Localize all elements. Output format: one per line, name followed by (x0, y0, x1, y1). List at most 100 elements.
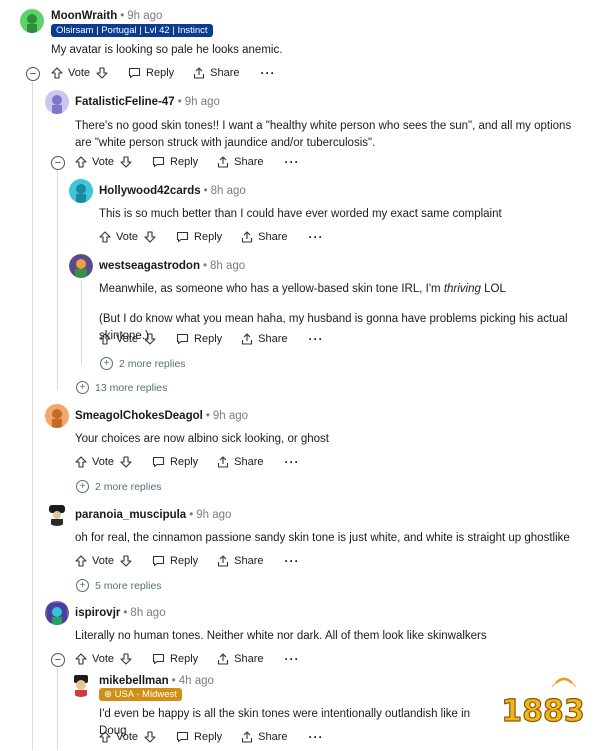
upvote-icon[interactable] (51, 67, 63, 79)
comment-text: This is so much better than I could have… (99, 208, 502, 220)
vote-label: Vote (92, 555, 115, 567)
share-button[interactable]: Share (241, 731, 288, 743)
watermark-logo: 1883 (494, 675, 592, 738)
comment-icon (128, 67, 141, 79)
share-button[interactable]: Share (217, 456, 264, 468)
username[interactable]: mikebellman (99, 675, 169, 687)
downvote-icon[interactable] (96, 67, 108, 79)
more-replies-link[interactable]: +13 more replies (76, 381, 167, 394)
more-replies-link[interactable]: +5 more replies (76, 579, 162, 592)
reply-button[interactable]: Reply (128, 67, 174, 79)
downvote-icon[interactable] (144, 731, 156, 743)
thread-line-ispirovjr (57, 668, 58, 750)
action-bar: Vote Reply Share ··· (51, 64, 276, 82)
reply-button[interactable]: Reply (152, 555, 198, 567)
vote-group: Vote (99, 231, 156, 243)
avatar[interactable] (45, 90, 69, 114)
downvote-icon[interactable] (144, 333, 156, 345)
vote-label: Vote (92, 456, 115, 468)
reply-button[interactable]: Reply (176, 231, 222, 243)
thread-line-westsea (81, 280, 82, 365)
more-options-button[interactable]: ··· (285, 155, 300, 169)
comment-meta: SmeagolChokesDeagol • 9h ago (75, 410, 249, 422)
vote-group: Vote (99, 731, 156, 743)
reply-button[interactable]: Reply (176, 333, 222, 345)
comment-meta: MoonWraith • 9h ago (51, 10, 163, 22)
timestamp: 8h ago (210, 260, 246, 272)
reply-button[interactable]: Reply (176, 731, 222, 743)
more-options-button[interactable]: ··· (285, 455, 300, 469)
avatar[interactable] (69, 673, 93, 697)
watermark-text: 1883 (501, 694, 585, 729)
more-options-button[interactable]: ··· (309, 230, 324, 244)
comment-meta: mikebellman • 4h ago (99, 675, 214, 687)
username[interactable]: MoonWraith (51, 10, 117, 22)
more-options-button[interactable]: ··· (309, 332, 324, 346)
avatar[interactable] (45, 601, 69, 625)
upvote-icon[interactable] (75, 456, 87, 468)
thread-line-feline (57, 170, 58, 390)
share-button[interactable]: Share (217, 555, 264, 567)
reply-button[interactable]: Reply (152, 456, 198, 468)
timestamp: 9h ago (184, 96, 220, 108)
share-button[interactable]: Share (241, 333, 288, 345)
timestamp: 9h ago (212, 410, 249, 422)
share-icon (217, 653, 229, 665)
timestamp: 8h ago (130, 607, 166, 619)
username[interactable]: FatalisticFeline-47 (75, 96, 175, 108)
more-options-button[interactable]: ··· (285, 554, 300, 568)
downvote-icon[interactable] (120, 156, 132, 168)
upvote-icon[interactable] (99, 333, 111, 345)
upvote-icon[interactable] (75, 555, 87, 567)
collapse-button[interactable]: − (51, 653, 65, 667)
share-button[interactable]: Share (217, 156, 264, 168)
avatar[interactable] (45, 502, 69, 526)
username[interactable]: ispirovjr (75, 607, 120, 619)
timestamp: 9h ago (127, 10, 163, 22)
share-icon (217, 456, 229, 468)
reply-button[interactable]: Reply (152, 653, 198, 665)
comment-text: Meanwhile, as someone who has a yellow-b… (99, 283, 506, 295)
more-options-button[interactable]: ··· (285, 652, 300, 666)
avatar[interactable] (20, 9, 44, 33)
username[interactable]: SmeagolChokesDeagol (75, 410, 203, 422)
upvote-icon[interactable] (99, 731, 111, 743)
collapse-button[interactable]: − (26, 67, 40, 81)
vote-label: Vote (116, 333, 139, 345)
avatar[interactable] (69, 179, 93, 203)
location-icon: ⊕ (104, 689, 115, 700)
downvote-icon[interactable] (120, 456, 132, 468)
user-flair: ⊕ USA - Midwest (99, 688, 182, 701)
user-flair: Olsirsam | Portugal | Lvl 42 | Instinct (51, 24, 213, 37)
upvote-icon[interactable] (75, 156, 87, 168)
collapse-button[interactable]: − (51, 156, 65, 170)
more-options-button[interactable]: ··· (261, 66, 276, 80)
more-replies-link[interactable]: +2 more replies (76, 480, 162, 493)
upvote-icon[interactable] (99, 231, 111, 243)
thread-line-root (32, 82, 33, 750)
upvote-icon[interactable] (75, 653, 87, 665)
more-options-button[interactable]: ··· (309, 730, 324, 744)
comment-text: There's no good skin tones!! I want a "h… (75, 120, 572, 149)
action-bar: Vote Reply Share ··· (99, 228, 324, 246)
reply-button[interactable]: Reply (152, 156, 198, 168)
downvote-icon[interactable] (120, 653, 132, 665)
username[interactable]: westseagastrodon (99, 260, 200, 272)
share-button[interactable]: Share (193, 67, 240, 79)
share-button[interactable]: Share (217, 653, 264, 665)
more-replies-link[interactable]: +2 more replies (100, 357, 186, 370)
share-icon (241, 731, 253, 743)
username[interactable]: paranoia_muscipula (75, 509, 186, 521)
comment-meta: ispirovjr • 8h ago (75, 607, 166, 619)
action-bar: Vote Reply Share ··· (99, 330, 324, 348)
downvote-icon[interactable] (144, 231, 156, 243)
share-icon (193, 67, 205, 79)
downvote-icon[interactable] (120, 555, 132, 567)
share-button[interactable]: Share (241, 231, 288, 243)
username[interactable]: Hollywood42cards (99, 185, 201, 197)
share-icon (241, 333, 253, 345)
avatar[interactable] (45, 404, 69, 428)
avatar[interactable] (69, 254, 93, 278)
vote-group: Vote (51, 67, 108, 79)
comment-icon (152, 456, 165, 468)
